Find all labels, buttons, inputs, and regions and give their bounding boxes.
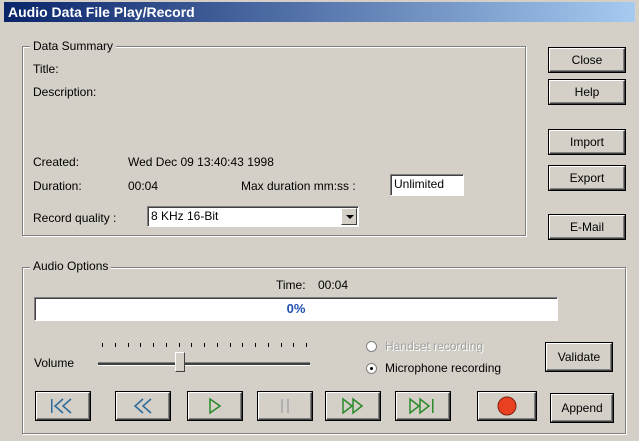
record-quality-label: Record quality : <box>33 211 117 225</box>
volume-tick <box>229 343 231 347</box>
volume-tick <box>242 343 244 347</box>
forward-to-end-icon <box>409 397 434 415</box>
help-button[interactable]: Help <box>549 80 625 104</box>
data-summary-label: Data Summary <box>30 39 117 53</box>
volume-tick <box>178 343 180 347</box>
time-label: Time: <box>276 278 306 292</box>
time-value: 00:04 <box>318 278 349 292</box>
volume-tick <box>140 343 142 347</box>
volume-slider[interactable] <box>90 334 318 374</box>
created-value: Wed Dec 09 13:40:43 1998 <box>128 155 274 169</box>
forward-to-end-button[interactable] <box>396 392 450 420</box>
volume-tick <box>306 343 307 347</box>
volume-tick <box>102 343 103 347</box>
fast-forward-button[interactable] <box>326 392 380 420</box>
progress-bar: 0% <box>34 297 558 321</box>
handset-radio[interactable] <box>366 341 377 352</box>
rewind-icon <box>133 398 152 414</box>
append-button[interactable]: Append <box>551 394 613 422</box>
volume-tick <box>204 343 205 347</box>
validate-button[interactable]: Validate <box>546 343 612 371</box>
max-duration-label: Max duration mm:ss : <box>241 179 356 193</box>
created-label: Created: <box>33 155 80 169</box>
handset-label: Handset recording <box>385 339 484 353</box>
import-button[interactable]: Import <box>549 130 625 154</box>
record-quality-select[interactable]: 8 KHz 16-Bit <box>147 206 359 227</box>
email-button[interactable]: E-Mail <box>549 215 625 239</box>
pause-icon <box>281 399 289 413</box>
progress-text: 0% <box>286 301 306 316</box>
volume-tick <box>255 343 256 347</box>
microphone-label: Microphone recording <box>385 361 502 375</box>
volume-tick <box>127 343 129 347</box>
volume-slider-thumb[interactable] <box>174 352 185 372</box>
volume-tick <box>293 343 295 347</box>
fast-forward-icon <box>342 397 364 415</box>
microphone-radio[interactable] <box>366 363 377 374</box>
volume-tick <box>114 343 116 347</box>
volume-tick <box>153 343 154 347</box>
max-duration-field[interactable]: Unlimited <box>390 174 464 196</box>
volume-tick <box>165 343 167 347</box>
record-quality-value: 8 KHz 16-Bit <box>151 209 219 223</box>
chevron-down-icon[interactable] <box>341 208 357 225</box>
volume-tick <box>216 343 218 347</box>
duration-value: 00:04 <box>128 179 159 193</box>
title-label: Title: <box>33 62 59 76</box>
volume-tick <box>267 343 269 347</box>
record-icon <box>497 396 517 416</box>
record-button[interactable] <box>478 392 536 420</box>
audio-options-label: Audio Options <box>30 259 112 273</box>
volume-tick <box>280 343 282 347</box>
description-label: Description: <box>33 85 97 99</box>
rewind-to-start-button[interactable] <box>36 392 90 420</box>
volume-tick <box>191 343 193 347</box>
duration-label: Duration: <box>33 179 82 193</box>
play-button[interactable] <box>188 392 242 420</box>
close-button[interactable]: Close <box>549 48 625 72</box>
export-button[interactable]: Export <box>549 166 625 190</box>
audio-play-record-window: Audio Data File Play/Record Data Summary… <box>0 0 639 441</box>
play-icon <box>209 397 222 415</box>
window-title: Audio Data File Play/Record <box>4 2 635 22</box>
pause-button[interactable] <box>258 392 312 420</box>
rewind-to-start-icon <box>51 398 72 414</box>
volume-slider-track <box>98 362 310 366</box>
rewind-button[interactable] <box>116 392 170 420</box>
volume-label: Volume <box>34 356 75 370</box>
